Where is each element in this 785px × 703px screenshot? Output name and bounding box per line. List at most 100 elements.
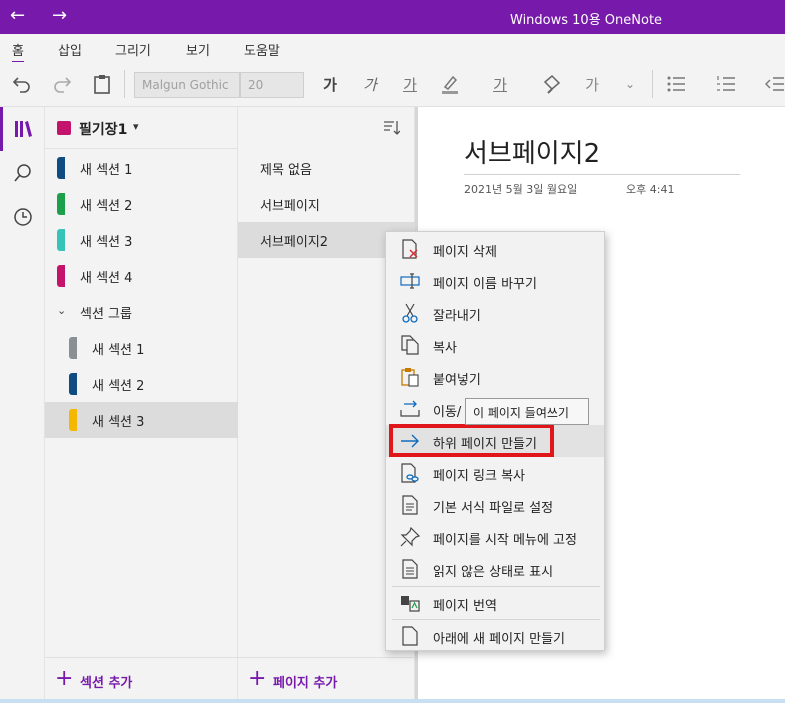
pin-icon <box>400 527 420 547</box>
format-painter-icon[interactable] <box>540 72 564 96</box>
section-item-selected[interactable]: 새 섹션 3 <box>45 402 238 438</box>
back-arrow-icon[interactable]: ← <box>10 6 25 26</box>
section-item[interactable]: 새 섹션 2 <box>45 186 238 222</box>
section-item[interactable]: 새 섹션 3 <box>45 222 238 258</box>
highlight-annotation <box>389 424 554 457</box>
menu-item-paste[interactable]: 붙여넣기 <box>386 361 604 393</box>
section-label: 새 섹션 4 <box>80 271 133 286</box>
add-page-label: 페이지 추가 <box>273 676 338 691</box>
underline-button[interactable]: 가 <box>398 72 422 96</box>
unread-icon <box>400 559 420 579</box>
tooltip: 이 페이지 들여쓰기 <box>465 398 589 425</box>
tab-view[interactable]: 보기 <box>186 40 210 59</box>
notebook-name: 필기장1 <box>79 122 128 138</box>
page-label: 서브페이지 <box>260 199 320 214</box>
section-color-tab <box>69 409 77 431</box>
add-section-button[interactable]: + 섹션 추가 <box>45 657 238 703</box>
library-icon <box>15 121 32 137</box>
sort-pages-icon[interactable] <box>382 119 401 137</box>
section-label: 새 섹션 2 <box>80 199 133 214</box>
search-button[interactable] <box>0 151 45 195</box>
menu-item-copy[interactable]: 복사 <box>386 329 604 361</box>
search-icon <box>13 164 31 182</box>
notebook-selector[interactable]: 필기장1 ▾ <box>45 107 238 149</box>
undo-icon[interactable] <box>10 72 34 96</box>
bottom-strip <box>0 699 785 703</box>
navigation-rail <box>0 107 45 703</box>
highlighter-icon[interactable] <box>438 72 462 96</box>
add-page-button[interactable]: + 페이지 추가 <box>238 657 415 703</box>
menu-item-label: 읽지 않은 상태로 표시 <box>433 565 554 580</box>
new-page-icon <box>400 626 420 646</box>
section-color-tab <box>57 265 65 287</box>
font-size-box[interactable]: 20 <box>240 72 304 98</box>
plus-icon: + <box>248 666 267 691</box>
title-underline <box>464 174 740 175</box>
section-color-tab <box>69 373 77 395</box>
page-item[interactable]: 서브페이지 <box>238 186 415 222</box>
add-section-label: 섹션 추가 <box>80 676 133 691</box>
menu-item-label: 붙여넣기 <box>433 373 481 388</box>
recent-button[interactable] <box>0 195 45 239</box>
template-icon <box>400 495 420 515</box>
section-color-tab <box>57 229 65 251</box>
section-item[interactable]: 새 섹션 1 <box>45 150 238 186</box>
sections-pane: 필기장1 ▾ 새 섹션 1 새 섹션 2 새 섹션 3 새 섹션 4 ⌄ 섹션 … <box>45 107 238 703</box>
font-name-box[interactable]: Malgun Gothic <box>134 72 240 98</box>
tab-help[interactable]: 도움말 <box>244 40 280 59</box>
forward-arrow-icon[interactable]: → <box>52 6 67 26</box>
tab-draw[interactable]: 그리기 <box>115 40 151 59</box>
move-icon <box>400 399 420 419</box>
section-color-tab <box>57 193 65 215</box>
page-item[interactable]: 제목 없음 <box>238 150 415 186</box>
section-item[interactable]: 새 섹션 2 <box>45 366 238 402</box>
redo-icon[interactable] <box>50 72 74 96</box>
clear-format-button[interactable]: 가 <box>580 72 604 96</box>
tab-home[interactable]: 홈 <box>12 40 24 63</box>
menu-item-label: 기본 서식 파일로 설정 <box>433 501 554 516</box>
tab-insert[interactable]: 삽입 <box>58 40 82 59</box>
ribbon-toolbar: Malgun Gothic 20 가 가 가 가 가 ⌄ <box>0 62 785 107</box>
copy-icon <box>400 335 420 355</box>
menu-item-rename-page[interactable]: 페이지 이름 바꾸기 <box>386 265 604 297</box>
sort-icon[interactable] <box>148 119 166 137</box>
menu-item-label: 페이지를 시작 메뉴에 고정 <box>433 533 577 548</box>
menu-item-translate-page[interactable]: 페이지 번역 <box>386 587 604 619</box>
section-color-tab <box>57 157 65 179</box>
section-item[interactable]: 새 섹션 1 <box>45 330 238 366</box>
title-bar: ← → Windows 10용 OneNote <box>0 0 785 34</box>
translate-icon <box>400 593 420 613</box>
outdent-icon[interactable] <box>762 72 785 96</box>
page-label: 서브페이지2 <box>260 235 329 250</box>
menu-item-pin-start[interactable]: 페이지를 시작 메뉴에 고정 <box>386 521 604 553</box>
menu-item-delete-page[interactable]: 페이지 삭제 <box>386 233 604 265</box>
scissors-icon <box>400 303 420 323</box>
menu-item-cut[interactable]: 잘라내기 <box>386 297 604 329</box>
chevron-down-icon[interactable]: ⌄ <box>57 304 66 317</box>
section-color-tab <box>69 337 77 359</box>
menu-item-label: 아래에 새 페이지 만들기 <box>433 632 565 647</box>
italic-button[interactable]: 가 <box>358 72 382 96</box>
numbered-list-icon[interactable] <box>714 72 738 96</box>
link-icon <box>400 463 420 483</box>
section-label: 새 섹션 1 <box>92 343 145 358</box>
section-group[interactable]: ⌄ 섹션 그룹 <box>45 294 238 330</box>
font-color-button[interactable]: 가 <box>488 72 512 96</box>
page-title[interactable]: 서브페이지2 <box>464 133 600 170</box>
chevron-down-icon[interactable]: ⌄ <box>618 72 642 96</box>
page-time: 오후 4:41 <box>626 183 675 196</box>
menu-item-copy-link[interactable]: 페이지 링크 복사 <box>386 457 604 489</box>
menu-item-mark-unread[interactable]: 읽지 않은 상태로 표시 <box>386 553 604 585</box>
bold-button[interactable]: 가 <box>318 72 342 96</box>
menu-item-label: 페이지 삭제 <box>433 245 497 260</box>
notebooks-button[interactable] <box>0 107 45 151</box>
menu-item-set-template[interactable]: 기본 서식 파일로 설정 <box>386 489 604 521</box>
menu-item-label: 잘라내기 <box>433 309 481 324</box>
chevron-down-icon: ▾ <box>133 120 139 133</box>
menu-item-label: 복사 <box>433 341 457 356</box>
clipboard-icon[interactable] <box>90 72 114 96</box>
menu-item-new-page-below[interactable]: 아래에 새 페이지 만들기 <box>386 620 604 652</box>
window-title: Windows 10용 OneNote <box>510 13 663 28</box>
section-item[interactable]: 새 섹션 4 <box>45 258 238 294</box>
bullet-list-icon[interactable] <box>664 72 688 96</box>
